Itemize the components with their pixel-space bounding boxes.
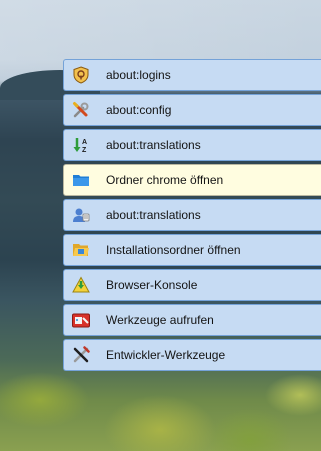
menu-item-open-chrome-folder[interactable]: Ordner chrome öffnen [63, 164, 321, 196]
menu-item-label: about:translations [106, 208, 201, 222]
dev-tools-icon [72, 346, 90, 364]
menu-item-label: about:translations [106, 138, 201, 152]
menu-item-label: Entwickler-Werkzeuge [106, 348, 226, 362]
toolbox-icon [72, 311, 90, 329]
menu-item-about-translations-2[interactable]: about:translations [63, 199, 321, 231]
context-menu: about:logins about:config A Z about:tran… [63, 59, 321, 374]
folder-icon [72, 171, 90, 189]
menu-item-about-translations-1[interactable]: A Z about:translations [63, 129, 321, 161]
menu-item-label: Ordner chrome öffnen [106, 173, 224, 187]
logins-shield-icon [72, 66, 90, 84]
menu-item-about-config[interactable]: about:config [63, 94, 321, 126]
menu-item-label: Browser-Konsole [106, 278, 198, 292]
menu-item-label: Werkzeuge aufrufen [106, 313, 214, 327]
menu-item-open-tools[interactable]: Werkzeuge aufrufen [63, 304, 321, 336]
menu-item-about-logins[interactable]: about:logins [63, 59, 321, 91]
svg-text:A: A [82, 139, 87, 146]
menu-item-label: about:config [106, 103, 172, 117]
console-icon [72, 276, 90, 294]
menu-item-label: about:logins [106, 68, 171, 82]
menu-item-label: Installationsordner öffnen [106, 243, 241, 257]
menu-item-open-install-folder[interactable]: Installationsordner öffnen [63, 234, 321, 266]
menu-item-browser-console[interactable]: Browser-Konsole [63, 269, 321, 301]
sort-az-icon: A Z [72, 136, 90, 154]
tools-icon [72, 101, 90, 119]
menu-item-developer-tools[interactable]: Entwickler-Werkzeuge [63, 339, 321, 371]
user-icon [72, 206, 90, 224]
svg-text:Z: Z [82, 147, 87, 154]
folder-open-icon [72, 241, 90, 259]
